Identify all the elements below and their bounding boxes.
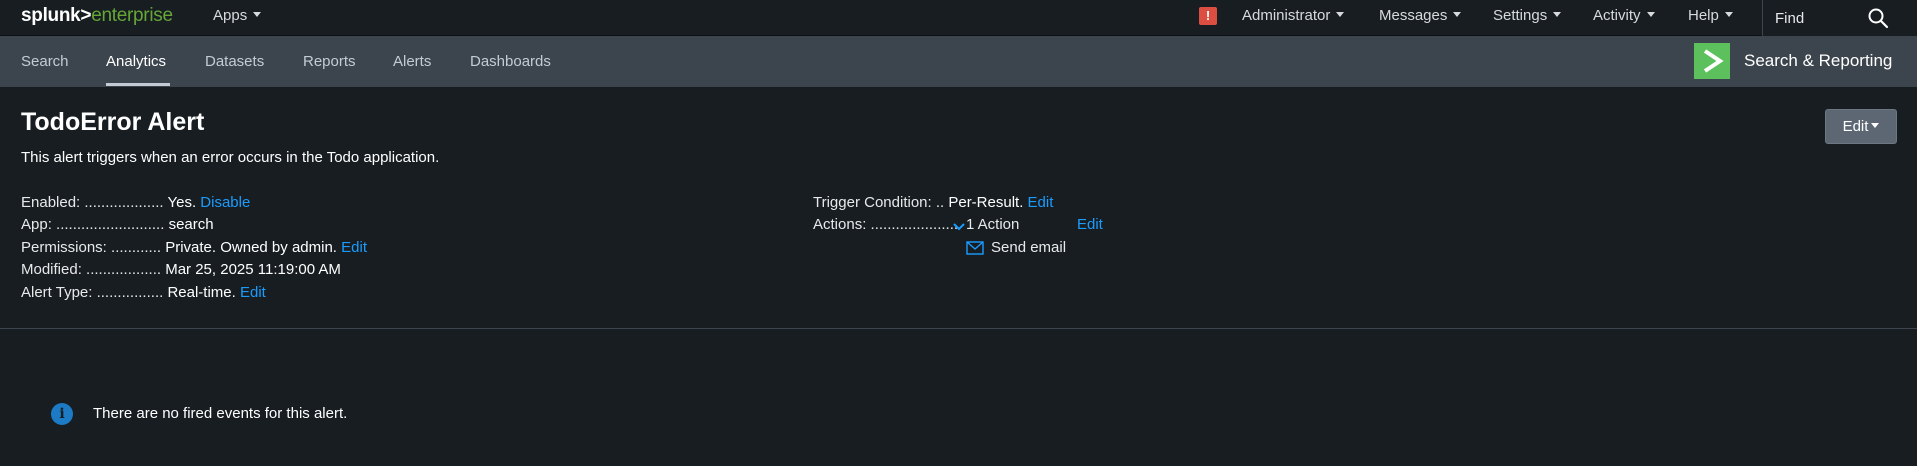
app-icon[interactable] xyxy=(1694,43,1730,79)
caret-down-icon xyxy=(1453,12,1462,17)
tab-alerts[interactable]: Alerts xyxy=(393,52,431,72)
edit-actions-link[interactable]: Edit xyxy=(1077,215,1103,235)
splunk-logo[interactable]: splunk>enterprise xyxy=(21,5,173,27)
menu-messages-label: Messages xyxy=(1379,7,1448,24)
disable-link[interactable]: Disable xyxy=(200,194,250,211)
enabled-label: Enabled: ................... xyxy=(21,194,164,211)
search-icon[interactable] xyxy=(1867,7,1889,29)
active-tab-indicator xyxy=(106,83,170,86)
menu-messages[interactable]: Messages xyxy=(1379,6,1462,26)
tab-reports[interactable]: Reports xyxy=(303,52,356,72)
permissions-value: Private. Owned by admin. xyxy=(165,239,337,256)
trigger-value: Per-Result. xyxy=(948,194,1024,211)
menu-activity-label: Activity xyxy=(1593,7,1641,24)
caret-down-icon xyxy=(1553,12,1562,17)
tab-analytics[interactable]: Analytics xyxy=(106,52,166,72)
detail-enabled: Enabled: ................... Yes. Disabl… xyxy=(21,193,250,213)
section-divider xyxy=(0,328,1917,329)
menu-administrator-label: Administrator xyxy=(1242,7,1331,24)
menu-activity[interactable]: Activity xyxy=(1593,6,1655,26)
chevron-down-icon[interactable] xyxy=(953,222,965,232)
detail-trigger-condition: Trigger Condition: .. Per-Result. Edit xyxy=(813,193,1053,213)
detail-permissions: Permissions: ............ Private. Owned… xyxy=(21,238,367,258)
caret-down-icon xyxy=(1646,12,1655,17)
no-events-message: There are no fired events for this alert… xyxy=(93,405,348,422)
top-bar: splunk>enterprise Apps ! Administrator M… xyxy=(0,0,1917,36)
action-send-email: Send email xyxy=(991,239,1067,256)
tab-dashboards[interactable]: Dashboards xyxy=(470,52,551,72)
caret-down-icon xyxy=(1724,12,1733,17)
app-value: search xyxy=(168,216,214,233)
detail-app: App: .......................... search xyxy=(21,215,214,235)
modified-label: Modified: .................. xyxy=(21,261,162,278)
menu-help[interactable]: Help xyxy=(1688,6,1733,26)
tab-datasets[interactable]: Datasets xyxy=(205,52,264,72)
detail-modified: Modified: .................. Mar 25, 202… xyxy=(21,260,341,280)
actions-label: Actions: ..................... xyxy=(813,216,959,233)
logo-enterprise: enterprise xyxy=(91,5,173,26)
edit-button[interactable]: Edit xyxy=(1825,109,1897,144)
actions-count[interactable]: 1 Action xyxy=(966,215,1019,235)
menu-administrator[interactable]: Administrator xyxy=(1242,6,1345,26)
caret-down-icon xyxy=(253,12,262,17)
edit-permissions-link[interactable]: Edit xyxy=(341,239,367,256)
app-nav-bar: Search Analytics Datasets Reports Alerts… xyxy=(0,36,1917,87)
apps-menu-label: Apps xyxy=(213,7,248,24)
detail-alert-type: Alert Type: ................ Real-time. … xyxy=(21,283,266,303)
menu-settings-label: Settings xyxy=(1493,7,1548,24)
edit-button-label: Edit xyxy=(1842,118,1869,135)
app-label: App: .......................... xyxy=(21,216,165,233)
caret-down-icon xyxy=(1871,123,1880,128)
edit-trigger-link[interactable]: Edit xyxy=(1028,194,1054,211)
system-alert-icon[interactable]: ! xyxy=(1199,7,1217,25)
info-icon: i xyxy=(51,403,73,425)
app-name[interactable]: Search & Reporting xyxy=(1744,50,1892,72)
modified-value: Mar 25, 2025 11:19:00 AM xyxy=(165,261,341,278)
apps-menu[interactable]: Apps xyxy=(213,6,262,26)
page-title: TodoError Alert xyxy=(21,108,205,136)
tab-search[interactable]: Search xyxy=(21,52,69,72)
alert-description: This alert triggers when an error occurs… xyxy=(21,149,440,166)
trigger-label: Trigger Condition: .. xyxy=(813,194,945,211)
menu-help-label: Help xyxy=(1688,7,1719,24)
menu-settings[interactable]: Settings xyxy=(1493,6,1562,26)
detail-actions: Actions: ..................... xyxy=(813,215,958,235)
alert-type-label: Alert Type: ................ xyxy=(21,284,164,301)
find-box xyxy=(1762,0,1917,36)
caret-down-icon xyxy=(1336,12,1345,17)
email-icon xyxy=(966,241,984,255)
alert-type-value: Real-time. xyxy=(167,284,236,301)
edit-alert-type-link[interactable]: Edit xyxy=(240,284,266,301)
permissions-label: Permissions: ............ xyxy=(21,239,162,256)
enabled-value: Yes. xyxy=(167,194,197,211)
logo-splunk: splunk> xyxy=(21,5,92,26)
find-input[interactable] xyxy=(1775,7,1875,29)
